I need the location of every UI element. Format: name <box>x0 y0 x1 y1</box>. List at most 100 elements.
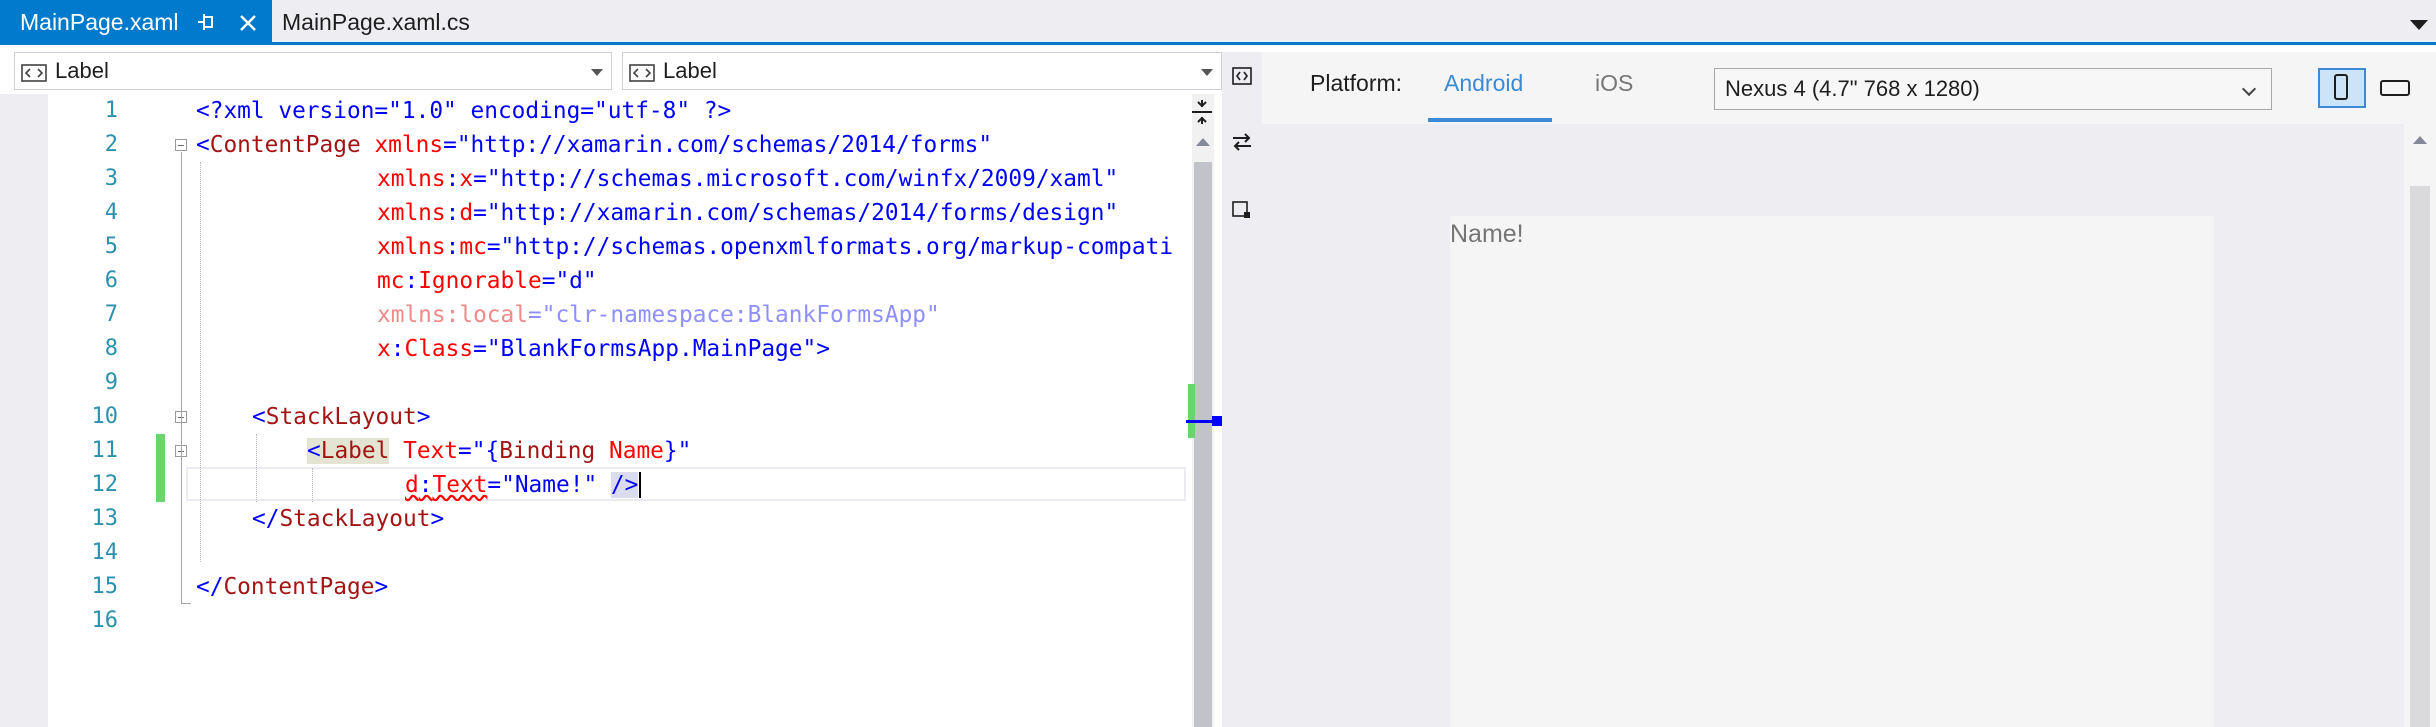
token: StackLayout <box>279 506 431 532</box>
token: < <box>252 404 266 430</box>
member-dropdown-value: Label <box>663 58 717 83</box>
collapse-icon[interactable] <box>175 139 187 151</box>
line-number: 8 <box>104 336 118 361</box>
token: "clr-namespace:BlankFormsApp" <box>541 302 940 328</box>
code-line-4[interactable]: xmlns:d="http://xamarin.com/schemas/2014… <box>377 196 1118 230</box>
line-number: 1 <box>104 98 118 123</box>
token: /> <box>610 472 639 498</box>
tab-underline <box>0 42 2436 45</box>
token: "d" <box>555 268 597 294</box>
token: > <box>430 506 445 532</box>
code-line-11[interactable]: <Label Text="{Binding Name}" <box>307 434 691 468</box>
xaml-view-icon[interactable] <box>1230 64 1254 88</box>
scrollbar-change-marker <box>1188 384 1195 438</box>
token: : <box>445 200 460 226</box>
change-marker <box>156 468 165 502</box>
platform-tab-ios[interactable]: iOS <box>1595 70 1633 97</box>
outline-line <box>181 603 191 604</box>
previewer-scroll-thumb[interactable] <box>2410 186 2430 727</box>
token: "http://xamarin.com/schemas/2014/forms" <box>456 132 993 158</box>
token: = <box>486 234 501 260</box>
token: > <box>416 404 431 430</box>
code-line-15[interactable]: </ContentPage> <box>196 570 388 604</box>
line-number: 12 <box>91 472 119 497</box>
outline-line <box>181 152 182 604</box>
token: </ <box>196 574 224 600</box>
device-select-value: Nexus 4 (4.7" 768 x 1280) <box>1725 76 1980 101</box>
code-line-6[interactable]: mc:Ignorable="d" <box>377 264 597 298</box>
token: : <box>445 166 460 192</box>
line-number: 16 <box>91 608 119 633</box>
line-number: 11 <box>91 438 119 463</box>
code-line-8[interactable]: x:Class="BlankFormsApp.MainPage"> <box>377 332 830 366</box>
code-line-12[interactable]: d:Text="Name!" /> <box>405 468 642 502</box>
code-line-13[interactable]: </StackLayout> <box>252 502 444 536</box>
line-number: 10 <box>91 404 119 429</box>
pin-icon[interactable] <box>196 11 216 33</box>
token: d <box>405 472 419 498</box>
element-icon <box>21 62 47 82</box>
squiggle: d:Text <box>405 472 487 498</box>
token: : <box>418 472 433 498</box>
close-icon[interactable] <box>238 12 258 32</box>
scroll-up-icon[interactable] <box>2413 136 2427 144</box>
member-dropdown[interactable]: Label <box>622 52 1222 90</box>
tab-mainpage-xaml[interactable]: MainPage.xaml <box>0 0 272 44</box>
chevron-down-icon <box>591 69 603 76</box>
line-number: 4 <box>104 200 118 225</box>
token: xmlns:local <box>377 302 528 328</box>
token: < <box>196 132 210 158</box>
tab-label: MainPage.xaml.cs <box>282 8 470 35</box>
platform-tab-android[interactable]: Android <box>1444 70 1523 97</box>
phone-landscape-icon[interactable] <box>2380 80 2410 96</box>
line-number: 13 <box>91 506 119 531</box>
token: Binding <box>499 438 596 464</box>
token: "BlankFormsApp.MainPage" <box>486 336 817 362</box>
type-dropdown[interactable]: Label <box>14 52 612 90</box>
code-line-3[interactable]: xmlns:x="http://schemas.microsoft.com/wi… <box>377 162 1118 196</box>
token: "http://xamarin.com/schemas/2014/forms/d… <box>486 200 1119 226</box>
token: StackLayout <box>265 404 417 430</box>
token: > <box>816 336 830 362</box>
scrollbar-caret-dot <box>1212 416 1222 426</box>
line-number: 2 <box>104 132 118 157</box>
code-line-5[interactable]: xmlns:mc="http://schemas.openxmlformats.… <box>377 230 1187 264</box>
token: Ignorable <box>418 268 542 294</box>
device-preview-canvas <box>1450 216 2214 727</box>
token: "http://schemas.microsoft.com/winfx/2009… <box>486 166 1119 192</box>
scroll-up-icon[interactable] <box>1196 138 1210 146</box>
code-line-10[interactable]: <StackLayout> <box>252 400 430 434</box>
code-line-2[interactable]: <ContentPage xmlns="http://xamarin.com/s… <box>196 128 992 162</box>
split-window-icon[interactable] <box>1188 98 1216 126</box>
token: d <box>459 200 474 226</box>
token: = <box>541 268 556 294</box>
token: "http://schemas.openxmlformats.org/marku… <box>500 234 1174 260</box>
device-select[interactable]: Nexus 4 (4.7" 768 x 1280) <box>1714 68 2272 110</box>
token: x <box>377 336 391 362</box>
tab-mainpage-xaml-cs[interactable]: MainPage.xaml.cs <box>272 0 470 44</box>
code-line-7[interactable]: xmlns:local="clr-namespace:BlankFormsApp… <box>377 298 940 332</box>
selected-tab-indicator <box>1428 118 1552 122</box>
text-caret <box>639 472 642 498</box>
line-number: 5 <box>104 234 118 259</box>
token: = <box>473 166 487 192</box>
token: xmlns <box>377 200 446 226</box>
token: }" <box>663 438 692 464</box>
token: ContentPage <box>209 132 361 158</box>
token: = <box>487 472 502 498</box>
token: xmlns <box>377 166 446 192</box>
editor-scroll-thumb[interactable] <box>1194 162 1212 727</box>
token: : <box>404 268 419 294</box>
design-view-icon[interactable] <box>1230 198 1254 222</box>
tab-overflow-icon[interactable] <box>2410 20 2428 30</box>
chevron-down-icon <box>1201 69 1213 76</box>
token: x <box>459 166 474 192</box>
swap-panes-icon[interactable] <box>1230 130 1254 154</box>
current-line-highlight <box>186 467 1186 501</box>
indent-guide <box>256 434 257 502</box>
token: "{ <box>471 438 500 464</box>
code-line-1[interactable]: <?xml version="1.0" encoding="utf-8" ?> <box>196 94 731 128</box>
token: < <box>307 438 321 464</box>
type-dropdown-value: Label <box>55 58 109 83</box>
token: "Name!" <box>501 472 598 498</box>
